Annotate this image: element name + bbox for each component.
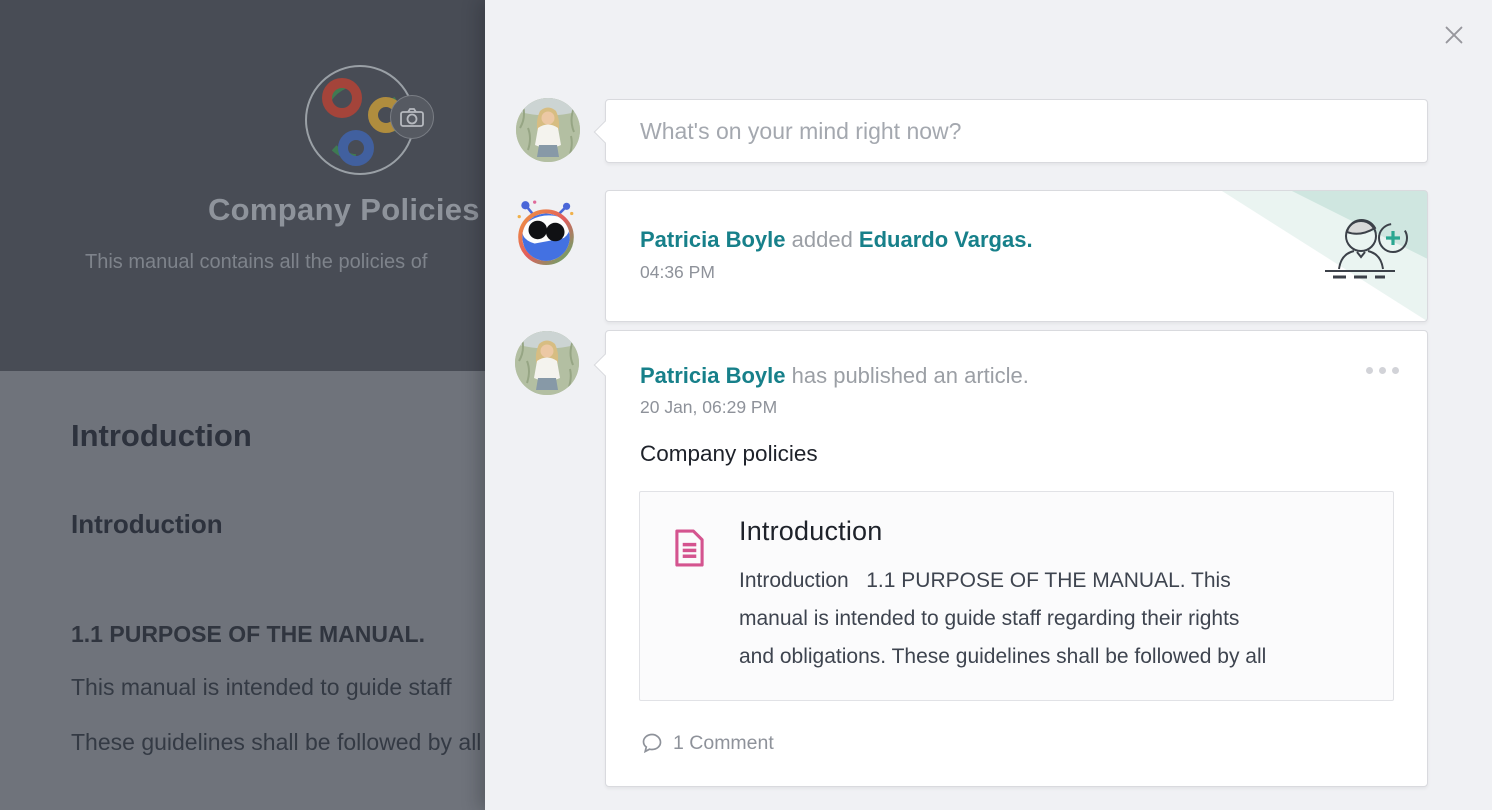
action-text: has published an article. bbox=[786, 363, 1029, 388]
comments-button[interactable]: 1 Comment bbox=[640, 731, 774, 755]
user-photo bbox=[516, 98, 580, 162]
manual-paragraph: These guidelines shall be followed by al… bbox=[71, 729, 481, 756]
manual-paragraph: This manual is intended to guide staff bbox=[71, 674, 452, 701]
document-icon bbox=[674, 528, 705, 568]
close-button[interactable] bbox=[1436, 17, 1472, 53]
manual-title: Company Policies bbox=[208, 192, 480, 228]
app-root: Company Policies This manual contains al… bbox=[0, 0, 1492, 810]
article-preview-text: Introduction 1.1 PURPOSE OF THE MANUAL. … bbox=[739, 562, 1399, 676]
bot-avatar bbox=[511, 196, 581, 266]
manual-section-title: Introduction bbox=[71, 418, 252, 454]
feed-item-text: Patricia Boyle added Eduardo Vargas. bbox=[640, 227, 1033, 253]
article-preview-card[interactable]: Introduction Introduction 1.1 PURPOSE OF… bbox=[639, 491, 1394, 701]
ellipsis-icon bbox=[1366, 367, 1373, 374]
current-user-avatar[interactable] bbox=[516, 98, 580, 162]
action-text: added bbox=[786, 227, 859, 252]
user-photo bbox=[515, 331, 579, 395]
sentence-period: . bbox=[1026, 227, 1032, 252]
feed-item-member-added: Patricia Boyle added Eduardo Vargas. 04:… bbox=[605, 190, 1428, 322]
feed-item-article-published: Patricia Boyle has published an article.… bbox=[605, 330, 1428, 787]
composer-input[interactable] bbox=[606, 100, 1427, 162]
person-add-icon bbox=[1319, 211, 1411, 285]
post-title: Company policies bbox=[640, 441, 818, 467]
manual-subtitle: This manual contains all the policies of bbox=[85, 251, 427, 274]
manual-article-title: Introduction bbox=[71, 509, 223, 540]
feed-item-time: 20 Jan, 06:29 PM bbox=[640, 397, 777, 418]
target-name-link[interactable]: Eduardo Vargas bbox=[859, 227, 1027, 252]
manual-subsection-heading: 1.1 PURPOSE OF THE MANUAL. bbox=[71, 621, 425, 648]
comment-bubble-icon bbox=[640, 731, 664, 755]
change-cover-photo-button bbox=[390, 95, 434, 139]
more-options-button[interactable] bbox=[1360, 367, 1399, 374]
actor-name-link[interactable]: Patricia Boyle bbox=[640, 227, 786, 252]
close-icon bbox=[1440, 21, 1468, 49]
author-avatar[interactable] bbox=[515, 331, 579, 395]
activity-feed-panel: Patricia Boyle added Eduardo Vargas. 04:… bbox=[485, 0, 1492, 810]
comment-count-label: 1 Comment bbox=[673, 732, 774, 755]
bot-icon bbox=[511, 196, 581, 266]
feed-item-time: 04:36 PM bbox=[640, 262, 715, 283]
article-heading: Introduction bbox=[739, 516, 883, 547]
bubble-pointer bbox=[594, 354, 617, 377]
actor-name-link[interactable]: Patricia Boyle bbox=[640, 363, 786, 388]
camera-icon bbox=[398, 103, 426, 131]
bubble-pointer bbox=[605, 220, 616, 243]
post-composer bbox=[605, 99, 1428, 163]
feed-item-text: Patricia Boyle has published an article. bbox=[640, 363, 1029, 389]
